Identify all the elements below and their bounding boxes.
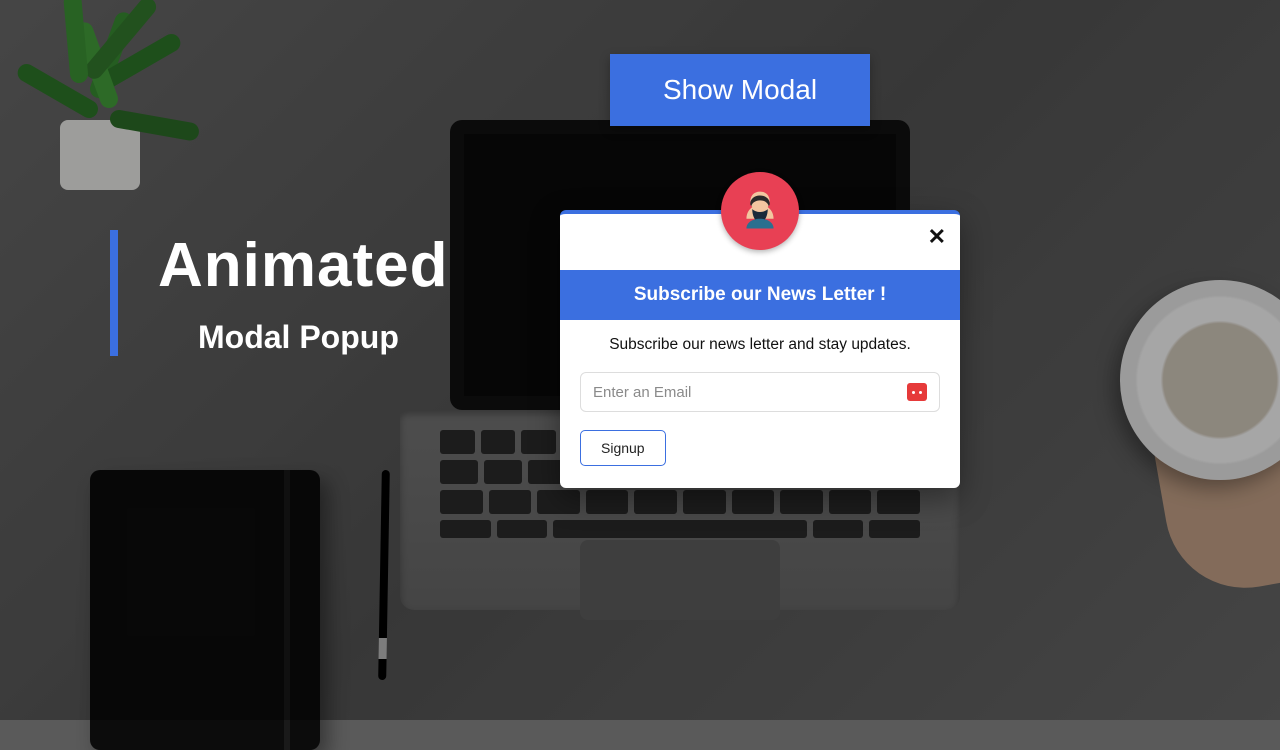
- accent-bar: [110, 230, 118, 356]
- show-modal-button[interactable]: Show Modal: [610, 54, 870, 126]
- avatar-icon: [721, 172, 799, 250]
- signup-label: Signup: [601, 440, 645, 456]
- email-field-wrapper[interactable]: [580, 372, 940, 412]
- modal-title: Subscribe our News Letter !: [634, 284, 886, 305]
- subscribe-modal: ✕ Subscribe our News Letter ! Subscribe …: [560, 210, 960, 488]
- close-button[interactable]: ✕: [928, 224, 946, 250]
- modal-banner: Subscribe our News Letter !: [560, 270, 960, 320]
- password-manager-icon[interactable]: [907, 383, 927, 401]
- headline-block: Animated Modal Popup: [110, 230, 448, 356]
- headline-line1: Animated: [158, 230, 448, 301]
- close-icon: ✕: [928, 224, 946, 249]
- modal-description: Subscribe our news letter and stay updat…: [580, 336, 940, 354]
- headline-line2: Modal Popup: [198, 319, 448, 356]
- show-modal-label: Show Modal: [663, 74, 817, 106]
- email-input[interactable]: [593, 384, 907, 401]
- signup-button[interactable]: Signup: [580, 430, 666, 466]
